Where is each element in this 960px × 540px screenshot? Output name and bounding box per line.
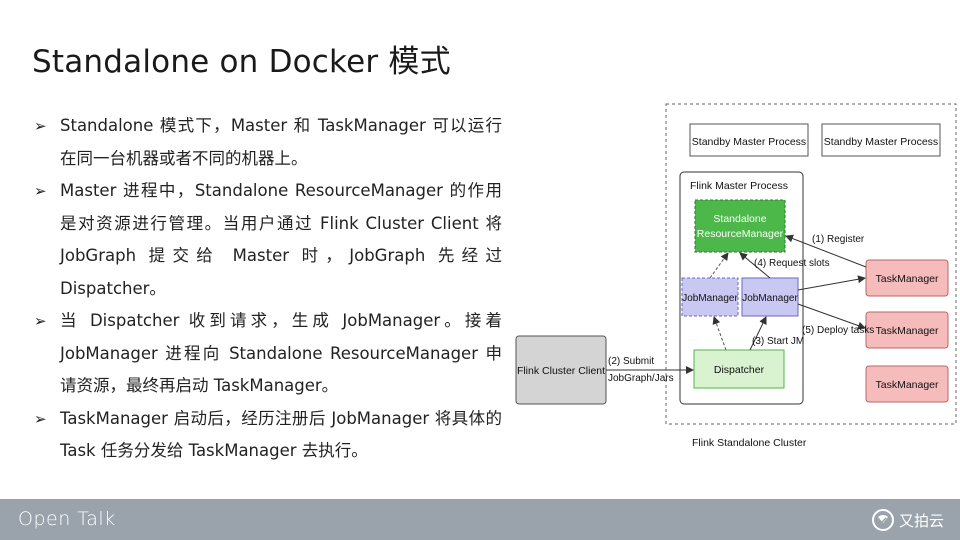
resource-manager-box [694, 199, 786, 253]
bullet-text: Standalone 模式下，Master 和 TaskManager 可以运行… [60, 116, 502, 168]
bullet-item: ➢ TaskManager 启动后，经历注册后 JobManager 将具体的 T… [34, 403, 502, 468]
client-label: Flink Cluster Client [517, 365, 605, 377]
footer-brand: Open Talk [18, 508, 116, 530]
bullet-text: 当 Dispatcher 收到请求，生成 JobManager。接着 JobMa… [60, 311, 502, 395]
cluster-label: Flink Standalone Cluster [692, 437, 807, 449]
bullet-arrow-icon: ➢ [34, 409, 47, 428]
taskmanager-label-2: TaskManager [875, 325, 939, 337]
master-process-label: Flink Master Process [690, 180, 788, 192]
standby-master-label-1: Standby Master Process [692, 136, 806, 148]
edge-deploy-tasks-label: (5) Deploy tasks [802, 325, 874, 336]
jobmanager-label-a: JobManager [682, 293, 738, 304]
edge-submit-label-1: (2) Submit [608, 356, 654, 367]
taskmanager-label-1: TaskManager [875, 273, 939, 285]
footer-logo-text: 又拍云 [898, 511, 944, 530]
slide-title: Standalone on Docker 模式 [32, 44, 451, 80]
bullet-item: ➢ Master 进程中，Standalone ResourceManager 的… [34, 175, 502, 305]
bullet-item: ➢ Standalone 模式下，Master 和 TaskManager 可以运… [34, 110, 502, 175]
upyun-logo-icon [871, 509, 894, 531]
bullet-arrow-icon: ➢ [34, 312, 47, 330]
footer-logo: 又拍云 [871, 508, 944, 532]
resource-manager-label-2: ResourceManager [697, 228, 784, 240]
edge-submit-label-2: JobGraph/Jars [608, 373, 674, 384]
flink-architecture-diagram: Standby Master Process Standby Master Pr… [515, 103, 957, 449]
jobmanager-label-b: JobManager [742, 293, 798, 304]
standby-master-label-2: Standby Master Process [824, 136, 938, 148]
edge-start-jm-label: (3) Start JM [752, 336, 804, 347]
bullet-arrow-icon: ➢ [34, 117, 47, 135]
bullet-arrow-icon: ➢ [34, 182, 47, 200]
bullet-list: ➢ Standalone 模式下，Master 和 TaskManager 可以运… [34, 110, 502, 468]
bullet-text: Master 进程中，Standalone ResourceManager 的作… [60, 181, 502, 298]
resource-manager-label-1: Standalone [713, 213, 766, 225]
arrow-deploy-1 [797, 275, 866, 291]
edge-register-label: (1) Register [812, 234, 865, 245]
edge-request-slots-label: (4) Request slots [754, 258, 830, 269]
dispatcher-label: Dispatcher [714, 364, 765, 376]
bullet-item: ➢ 当 Dispatcher 收到请求，生成 JobManager。接着 JobM… [34, 305, 502, 403]
footer-bar: Open Talk 又拍云 [0, 499, 960, 540]
taskmanager-label-3: TaskManager [875, 379, 939, 391]
bullet-text: TaskManager 启动后，经历注册后 JobManager 将具体的 Ta… [60, 408, 502, 461]
